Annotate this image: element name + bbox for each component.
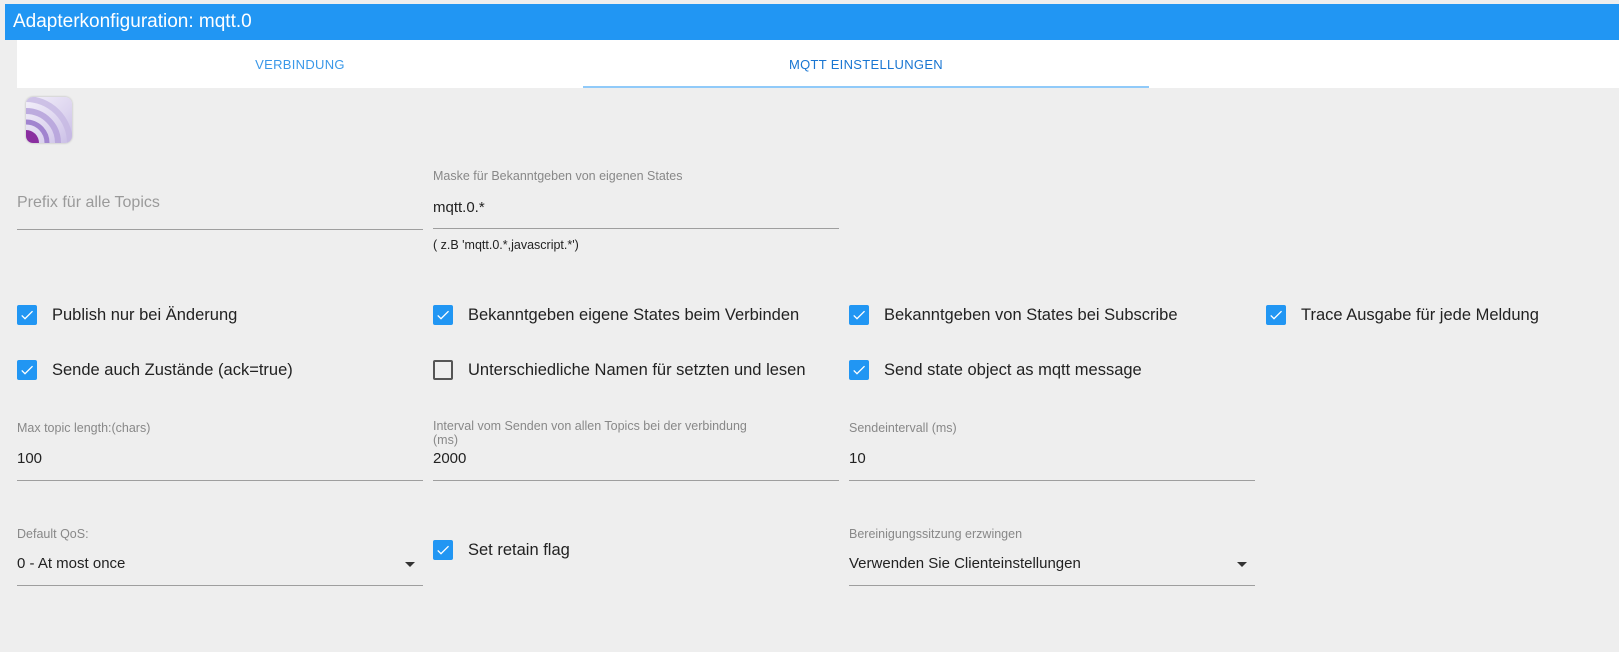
title-bar: Adapterkonfiguration: mqtt.0 (5, 4, 1619, 40)
field-underline (17, 585, 423, 586)
checkbox-send-ack[interactable]: Sende auch Zustände (ack=true) (17, 360, 293, 380)
default-qos-label: Default QoS: (17, 527, 89, 541)
send-interval-all-input[interactable]: 2000 (433, 450, 466, 467)
checkbox-label: Bekanntgeben eigene States beim Verbinde… (468, 305, 800, 324)
send-interval-input[interactable]: 10 (849, 450, 866, 467)
clean-session-value[interactable]: Verwenden Sie Clienteinstellungen (849, 555, 1081, 572)
mask-label: Maske für Bekanntgeben von eigenen State… (433, 169, 683, 183)
checkbox-announce-on-connect[interactable]: Bekanntgeben eigene States beim Verbinde… (433, 305, 799, 325)
prefix-underline (17, 229, 423, 230)
checkbox-checked-icon[interactable] (849, 360, 869, 380)
prefix-field[interactable]: Prefix für alle Topics (17, 180, 423, 232)
page-title: Adapterkonfiguration: mqtt.0 (13, 11, 252, 32)
mask-field[interactable]: Maske für Bekanntgeben von eigenen State… (433, 168, 839, 258)
checkbox-send-state-object[interactable]: Send state object as mqtt message (849, 360, 1142, 380)
max-topic-length-field[interactable]: Max topic length:(chars) 100 (17, 420, 423, 484)
send-interval-all-label-line2: (ms) (433, 433, 458, 447)
field-underline (849, 480, 1255, 481)
send-interval-all-field[interactable]: Interval vom Senden von allen Topics bei… (433, 418, 839, 484)
checkbox-different-names[interactable]: Unterschiedliche Namen für setzten und l… (433, 360, 806, 380)
max-topic-length-label: Max topic length:(chars) (17, 421, 151, 435)
checkbox-label: Set retain flag (468, 540, 570, 559)
checkbox-announce-on-subscribe[interactable]: Bekanntgeben von States bei Subscribe (849, 305, 1178, 325)
tab-bar: VERBINDUNG MQTT EINSTELLUNGEN (17, 40, 1619, 88)
max-topic-length-input[interactable]: 100 (17, 450, 42, 467)
dropdown-arrow-icon[interactable] (405, 562, 415, 567)
checkbox-label: Bekanntgeben von States bei Subscribe (884, 305, 1178, 324)
mqtt-logo-icon (26, 97, 72, 143)
checkbox-checked-icon[interactable] (1266, 305, 1286, 325)
checkbox-checked-icon[interactable] (433, 540, 453, 560)
checkbox-label: Send state object as mqtt message (884, 360, 1142, 379)
send-interval-all-label-line1: Interval vom Senden von allen Topics bei… (433, 419, 747, 433)
checkbox-publish-on-change[interactable]: Publish nur bei Änderung (17, 305, 237, 325)
checkbox-retain-flag[interactable]: Set retain flag (433, 540, 570, 560)
prefix-input[interactable]: Prefix für alle Topics (17, 194, 160, 212)
field-underline (433, 480, 839, 481)
checkbox-label: Trace Ausgabe für jede Meldung (1301, 305, 1539, 324)
checkbox-unchecked-icon[interactable] (433, 360, 453, 380)
checkbox-label: Publish nur bei Änderung (52, 305, 238, 324)
checkbox-checked-icon[interactable] (17, 305, 37, 325)
checkbox-label: Unterschiedliche Namen für setzten und l… (468, 360, 806, 379)
checkbox-checked-icon[interactable] (849, 305, 869, 325)
send-interval-field[interactable]: Sendeintervall (ms) 10 (849, 420, 1255, 484)
field-underline (17, 480, 423, 481)
checkbox-label: Sende auch Zustände (ack=true) (52, 360, 293, 379)
field-underline (849, 585, 1255, 586)
dropdown-arrow-icon[interactable] (1237, 562, 1247, 567)
clean-session-select[interactable]: Bereinigungssitzung erzwingen Verwenden … (849, 526, 1255, 590)
tab-verbindung[interactable]: VERBINDUNG (17, 40, 583, 88)
clean-session-label: Bereinigungssitzung erzwingen (849, 527, 1023, 541)
send-interval-label: Sendeintervall (ms) (849, 421, 957, 435)
tab-mqtt-einstellungen[interactable]: MQTT EINSTELLUNGEN (583, 40, 1149, 88)
mask-helper-text: ( z.B 'mqtt.0.*,javascript.*') (433, 238, 579, 252)
mask-underline (433, 228, 839, 229)
checkbox-checked-icon[interactable] (17, 360, 37, 380)
default-qos-value[interactable]: 0 - At most once (17, 555, 125, 572)
default-qos-select[interactable]: Default QoS: 0 - At most once (17, 526, 423, 590)
checkbox-trace-output[interactable]: Trace Ausgabe für jede Meldung (1266, 305, 1539, 325)
checkbox-checked-icon[interactable] (433, 305, 453, 325)
mask-input[interactable]: mqtt.0.* (433, 199, 485, 216)
